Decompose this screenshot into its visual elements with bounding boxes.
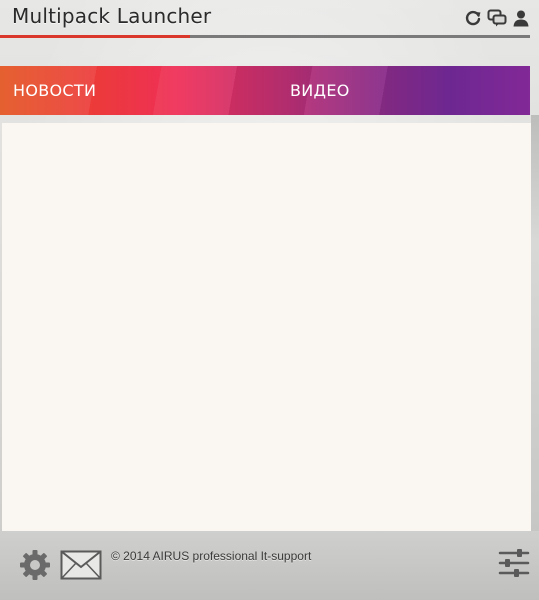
user-icon[interactable]: [511, 8, 531, 28]
refresh-icon[interactable]: [463, 8, 483, 28]
tab-banner: НОВОСТИ ВИДЕО: [0, 66, 530, 115]
mail-icon[interactable]: [60, 550, 102, 580]
gear-icon[interactable]: [18, 548, 52, 582]
tab-news[interactable]: НОВОСТИ: [13, 66, 96, 115]
sliders-icon[interactable]: [498, 548, 530, 578]
tab-video[interactable]: ВИДЕО: [290, 66, 350, 115]
chat-icon[interactable]: [487, 8, 507, 28]
app-title: Multipack Launcher: [12, 4, 212, 28]
title-divider-accent: [0, 35, 190, 38]
copyright-text: © 2014 AIRUS professional It-support: [111, 549, 312, 563]
window-edge: [531, 115, 539, 535]
content-panel: [2, 123, 531, 531]
title-bar: Multipack Launcher: [0, 0, 539, 40]
launcher-window: Multipack Launcher НОВОСТИ ВИДЕО © 2014 …: [0, 0, 539, 600]
title-bar-icons: [463, 8, 531, 28]
